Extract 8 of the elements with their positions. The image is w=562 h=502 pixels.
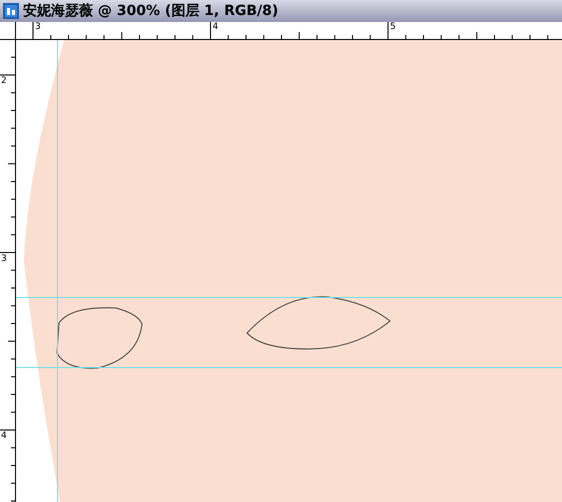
ruler-label: 2 <box>1 76 7 87</box>
ruler-label: 3 <box>35 22 41 33</box>
window-title: 安妮海瑟薇 @ 300% (图层 1, RGB/8) <box>23 2 278 20</box>
app-icon <box>3 3 19 19</box>
ruler-label: 4 <box>212 22 218 33</box>
ruler-label: 4 <box>1 431 7 442</box>
ruler-label: 5 <box>390 22 396 33</box>
ruler-label: 3 <box>1 254 7 264</box>
